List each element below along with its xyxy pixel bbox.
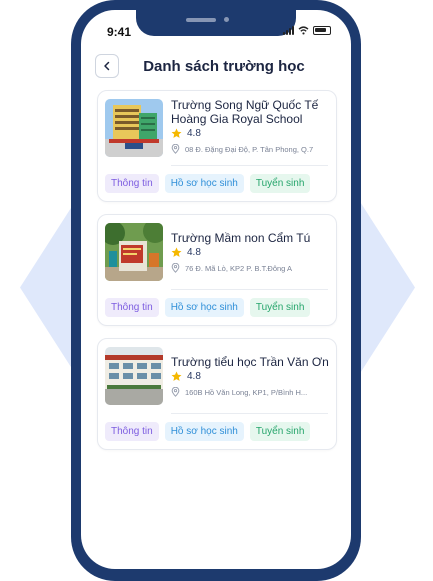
phone-frame: 9:41 Danh sách trường học Trường Song Ng…: [71, 0, 361, 581]
app-screen: 9:41 Danh sách trường học Trường Song Ng…: [81, 10, 351, 569]
school-address: 160B Hồ Văn Long, KP1, P/Bình H...: [171, 387, 332, 397]
page-header: Danh sách trường học: [81, 54, 351, 90]
rating-value: 4.8: [187, 128, 201, 139]
info-tag-button[interactable]: Thông tin: [105, 422, 159, 441]
student-profile-tag-button[interactable]: Hồ sơ học sinh: [164, 298, 244, 317]
school-rating: 4.8: [171, 128, 201, 139]
card-divider: [171, 165, 328, 166]
camera: [224, 17, 229, 22]
wifi-icon: [298, 26, 309, 35]
school-list: Trường Song Ngữ Quốc Tế Hoàng Gia Royal …: [97, 90, 341, 462]
signal-icon: [283, 26, 294, 35]
school-name[interactable]: Trường Song Ngữ Quốc Tế Hoàng Gia Royal …: [171, 98, 332, 126]
school-address: 76 Đ. Mã Lò, KP2 P. B.T.Đông A: [171, 263, 332, 273]
star-icon: [171, 371, 182, 381]
school-photo: [105, 99, 163, 157]
status-icons: [283, 26, 331, 35]
card-actions: Thông tin Hồ sơ học sinh Tuyển sinh: [105, 422, 311, 441]
location-pin-icon: [171, 387, 180, 397]
info-tag-button[interactable]: Thông tin: [105, 298, 159, 317]
info-tag-button[interactable]: Thông tin: [105, 174, 159, 193]
page-title: Danh sách trường học: [143, 58, 305, 75]
card-actions: Thông tin Hồ sơ học sinh Tuyển sinh: [105, 174, 311, 193]
school-photo: [105, 347, 163, 405]
status-time: 9:41: [107, 25, 132, 39]
card-divider: [171, 413, 328, 414]
speaker: [186, 18, 216, 22]
student-profile-tag-button[interactable]: Hồ sơ học sinh: [164, 422, 244, 441]
school-rating: 4.8: [171, 247, 201, 258]
school-rating: 4.8: [171, 371, 201, 382]
star-icon: [171, 128, 182, 138]
card-divider: [171, 289, 328, 290]
school-name[interactable]: Trường Mầm non Cẩm Tú: [171, 231, 332, 245]
school-card[interactable]: Trường tiểu học Trần Văn Ơn 4.8 160B Hồ …: [97, 338, 337, 450]
enrollment-tag-button[interactable]: Tuyển sinh: [249, 422, 311, 441]
school-card[interactable]: Trường Song Ngữ Quốc Tế Hoàng Gia Royal …: [97, 90, 337, 202]
battery-icon: [313, 26, 331, 35]
address-text: 160B Hồ Văn Long, KP1, P/Bình H...: [185, 387, 308, 397]
address-text: 76 Đ. Mã Lò, KP2 P. B.T.Đông A: [185, 263, 293, 273]
rating-value: 4.8: [187, 371, 201, 382]
school-photo: [105, 223, 163, 281]
location-pin-icon: [171, 144, 180, 154]
enrollment-tag-button[interactable]: Tuyển sinh: [249, 174, 311, 193]
location-pin-icon: [171, 263, 180, 273]
enrollment-tag-button[interactable]: Tuyển sinh: [249, 298, 311, 317]
school-name[interactable]: Trường tiểu học Trần Văn Ơn: [171, 355, 332, 369]
address-text: 08 Đ. Đặng Đại Độ, P. Tân Phong, Q.7: [185, 144, 314, 154]
star-icon: [171, 247, 182, 257]
rating-value: 4.8: [187, 247, 201, 258]
school-address: 08 Đ. Đặng Đại Độ, P. Tân Phong, Q.7: [171, 144, 332, 154]
phone-notch: [136, 10, 296, 36]
student-profile-tag-button[interactable]: Hồ sơ học sinh: [164, 174, 244, 193]
school-card[interactable]: Trường Mầm non Cẩm Tú 4.8 76 Đ. Mã Lò, K…: [97, 214, 337, 326]
card-actions: Thông tin Hồ sơ học sinh Tuyển sinh: [105, 298, 311, 317]
